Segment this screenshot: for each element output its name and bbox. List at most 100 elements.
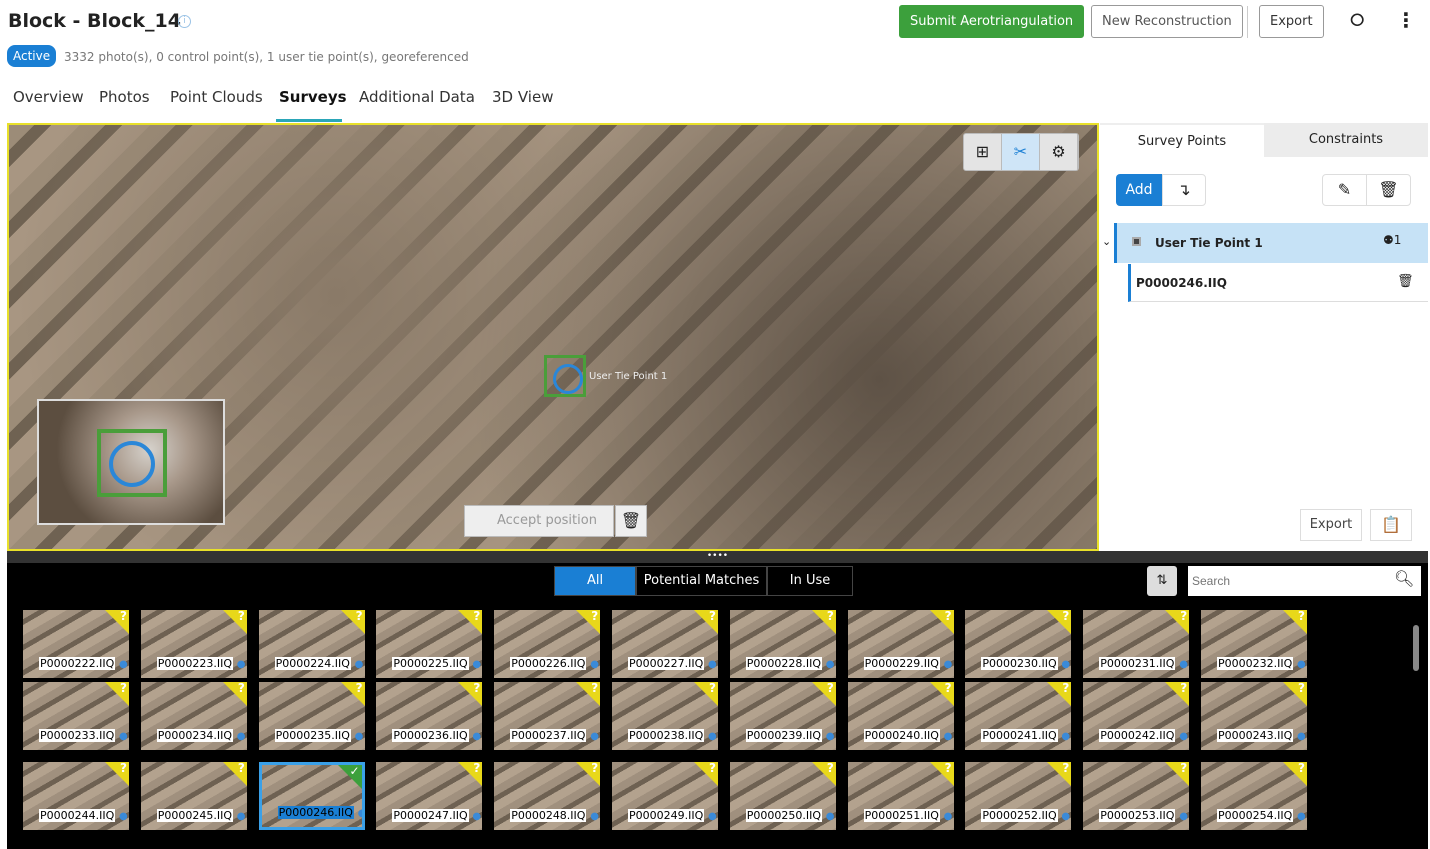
- photo-thumbnail[interactable]: ? P0000232.IIQ ●: [1201, 610, 1307, 678]
- tab-survey-points[interactable]: Survey Points: [1100, 123, 1264, 157]
- panel-export-button[interactable]: Export: [1300, 509, 1362, 541]
- tab-point-clouds[interactable]: Point Clouds: [170, 88, 263, 106]
- status-badge: Active: [7, 45, 57, 67]
- photo-thumbnail[interactable]: ? P0000243.IIQ ●: [1201, 682, 1307, 750]
- photo-thumbnail[interactable]: ? P0000226.IIQ ●: [494, 610, 601, 678]
- location-pin-icon: ●: [708, 811, 717, 822]
- filter-potential-matches[interactable]: Potential Matches: [636, 566, 767, 596]
- photo-thumbnail[interactable]: ? P0000227.IIQ ●: [612, 610, 718, 678]
- photo-thumbnail[interactable]: ? P0000234.IIQ ●: [140, 682, 247, 750]
- location-pin-icon: ●: [472, 731, 482, 742]
- photo-thumbnail[interactable]: ? P0000228.IIQ ●: [729, 610, 836, 678]
- photo-name: P0000243.IIQ: [1217, 729, 1294, 742]
- export-button[interactable]: Export: [1259, 5, 1324, 38]
- photo-thumbnail[interactable]: ? P0000247.IIQ ●: [376, 762, 483, 830]
- photo-name: P0000242.IIQ: [1099, 729, 1176, 742]
- settings-icon[interactable]: ⚙: [1040, 134, 1078, 170]
- tab-constraints[interactable]: Constraints: [1264, 123, 1428, 157]
- info-icon[interactable]: i: [178, 15, 191, 28]
- photo-thumbnail[interactable]: ? P0000229.IIQ ●: [847, 610, 954, 678]
- check-icon: ✓: [349, 764, 360, 778]
- photo-thumbnail[interactable]: ? P0000244.IIQ ●: [23, 762, 129, 830]
- location-pin-icon: ●: [943, 659, 953, 670]
- resize-handle[interactable]: ••••: [7, 551, 1428, 563]
- sort-icon[interactable]: ⇅: [1147, 566, 1177, 596]
- count-value: 1: [1393, 233, 1402, 247]
- photo-name: P0000224.IIQ: [274, 657, 351, 670]
- accept-position-button[interactable]: Accept position: [464, 505, 614, 537]
- trash-icon[interactable]: 🗑: [615, 505, 647, 537]
- photo-thumbnail[interactable]: ? P0000242.IIQ ●: [1083, 682, 1190, 750]
- photo-thumbnail[interactable]: ? P0000231.IIQ ●: [1083, 610, 1190, 678]
- chevron-down-icon[interactable]: ⌄: [1102, 235, 1111, 248]
- photo-name: P0000225.IIQ: [392, 657, 469, 670]
- photo-thumbnail[interactable]: ? P0000222.IIQ ●: [23, 610, 129, 678]
- fit-view-icon[interactable]: ⊞: [964, 134, 1002, 170]
- photo-thumbnail[interactable]: ? P0000230.IIQ ●: [965, 610, 1072, 678]
- question-icon: ?: [591, 762, 599, 775]
- new-reconstruction-button[interactable]: New Reconstruction: [1091, 5, 1243, 38]
- tab-surveys[interactable]: Surveys: [279, 88, 347, 106]
- photo-thumbnail[interactable]: ? P0000250.IIQ ●: [729, 762, 836, 830]
- photo-thumbnail[interactable]: ? P0000252.IIQ ●: [965, 762, 1072, 830]
- question-icon: ?: [120, 762, 127, 775]
- photo-name: P0000251.IIQ: [863, 809, 940, 822]
- location-pin-icon: ●: [825, 811, 835, 822]
- photo-viewer[interactable]: ⊞ ✂ ⚙ User Tie Point 1 Accept position 🗑: [7, 123, 1099, 551]
- search-input[interactable]: [1188, 566, 1421, 596]
- photo-thumbnail[interactable]: ? P0000238.IIQ ●: [612, 682, 718, 750]
- tab-3d-view[interactable]: 3D View: [492, 88, 553, 106]
- photo-name: P0000249.IIQ: [628, 809, 705, 822]
- tab-photos[interactable]: Photos: [99, 88, 150, 106]
- clipboard-icon[interactable]: 📋: [1370, 509, 1412, 541]
- photo-thumbnail[interactable]: ? P0000245.IIQ ●: [140, 762, 247, 830]
- photo-thumbnail[interactable]: ? P0000237.IIQ ●: [494, 682, 601, 750]
- photo-thumbnail[interactable]: ? P0000249.IIQ ●: [612, 762, 718, 830]
- photo-thumbnail[interactable]: ? P0000233.IIQ ●: [23, 682, 129, 750]
- location-pin-icon: ●: [825, 731, 835, 742]
- photo-thumbnail[interactable]: ? P0000241.IIQ ●: [965, 682, 1072, 750]
- location-pin-icon: ●: [1061, 811, 1071, 822]
- scrollbar[interactable]: [1413, 625, 1419, 671]
- photo-name: P0000240.IIQ: [863, 729, 940, 742]
- photo-thumbnail[interactable]: ? P0000254.IIQ ●: [1201, 762, 1307, 830]
- link-view-icon[interactable]: ✂: [1002, 134, 1040, 170]
- search-icon[interactable]: 🔍︎: [1394, 569, 1414, 588]
- location-pin-icon: ●: [708, 659, 717, 670]
- photo-thumbnail[interactable]: ? P0000236.IIQ ●: [376, 682, 483, 750]
- pencil-icon[interactable]: ✎: [1322, 174, 1367, 206]
- share-icon[interactable]: ⭘: [1350, 10, 1364, 31]
- photo-thumbnail[interactable]: ? P0000235.IIQ ●: [258, 682, 365, 750]
- measurement-row[interactable]: P0000246.IIQ: [1128, 264, 1428, 302]
- survey-point-row[interactable]: User Tie Point 1: [1114, 223, 1428, 263]
- import-icon[interactable]: ↴: [1162, 174, 1206, 206]
- location-pin-icon: ●: [1061, 659, 1071, 670]
- photo-thumbnail[interactable]: ? P0000223.IIQ ●: [140, 610, 247, 678]
- photo-thumbnail[interactable]: ? P0000253.IIQ ●: [1083, 762, 1190, 830]
- photo-thumbnail[interactable]: ? P0000248.IIQ ●: [494, 762, 601, 830]
- photo-thumbnail[interactable]: ✓ P0000246.IIQ ●: [258, 762, 365, 830]
- photo-name: P0000245.IIQ: [156, 809, 234, 822]
- trash-icon[interactable]: 🗑: [1366, 174, 1411, 206]
- photo-thumbnail[interactable]: ? P0000239.IIQ ●: [729, 682, 836, 750]
- question-icon: ?: [944, 682, 952, 695]
- filter-in-use[interactable]: In Use: [767, 566, 853, 596]
- photo-name: P0000248.IIQ: [510, 809, 587, 822]
- trash-icon[interactable]: 🗑: [1397, 274, 1414, 289]
- photo-thumbnail[interactable]: ? P0000225.IIQ ●: [376, 610, 483, 678]
- tab-overview[interactable]: Overview: [13, 88, 84, 106]
- add-button[interactable]: Add: [1116, 174, 1162, 206]
- location-pin-icon: ●: [1297, 731, 1306, 742]
- photo-name: P0000241.IIQ: [981, 729, 1058, 742]
- question-icon: ?: [237, 682, 245, 695]
- tie-point-marker[interactable]: [544, 355, 586, 397]
- photo-thumbnail[interactable]: ? P0000224.IIQ ●: [258, 610, 365, 678]
- question-icon: ?: [826, 610, 834, 623]
- more-options-icon[interactable]: ⋮: [1396, 8, 1416, 32]
- filter-all[interactable]: All: [554, 566, 636, 596]
- tab-additional-data[interactable]: Additional Data: [359, 88, 475, 106]
- submit-aerotriangulation-button[interactable]: Submit Aerotriangulation: [899, 5, 1085, 38]
- photo-thumbnail[interactable]: ? P0000251.IIQ ●: [847, 762, 954, 830]
- photo-thumbnail[interactable]: ? P0000240.IIQ ●: [847, 682, 954, 750]
- location-pin-icon: ●: [1179, 811, 1188, 822]
